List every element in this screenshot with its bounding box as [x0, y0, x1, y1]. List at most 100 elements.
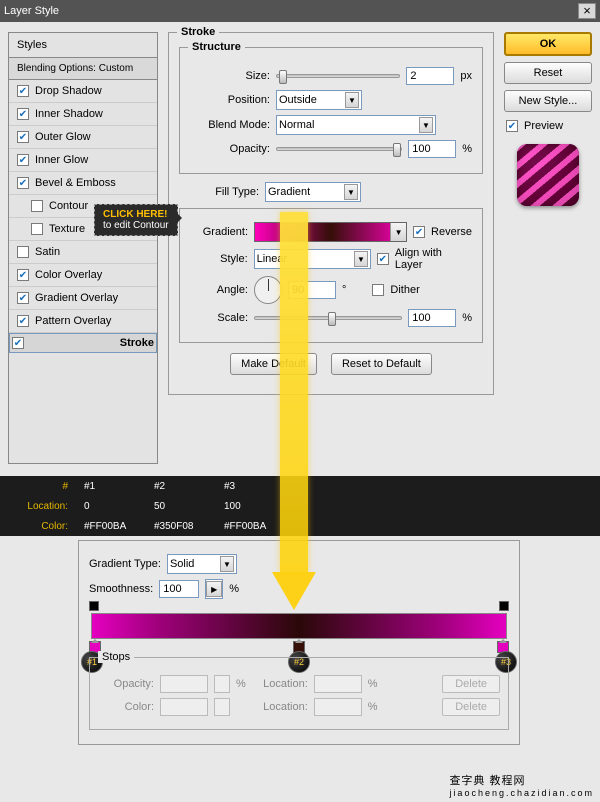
blending-options[interactable]: Blending Options: Custom [9, 58, 157, 80]
checkbox[interactable]: ✔ [17, 131, 29, 143]
style-item-drop-shadow[interactable]: ✔ Drop Shadow [9, 80, 157, 103]
align-checkbox[interactable]: ✔ [377, 253, 389, 265]
ok-button[interactable]: OK [504, 32, 592, 56]
dialog-body: Styles Blending Options: Custom ✔ Drop Sh… [0, 22, 600, 464]
checkbox[interactable]: ✔ [17, 315, 29, 327]
stop-opacity-stepper [214, 675, 230, 693]
checkbox[interactable]: ✔ [17, 154, 29, 166]
checkbox[interactable] [31, 223, 43, 235]
style-item-inner-glow[interactable]: ✔ Inner Glow [9, 149, 157, 172]
opacity-input[interactable]: 100 [408, 140, 456, 158]
scale-input[interactable]: 100 [408, 309, 456, 327]
make-default-button[interactable]: Make Default [230, 353, 317, 375]
center-panel: Stroke Structure Size: 2 px Position: Ou… [168, 32, 494, 464]
smoothness-input[interactable]: 100 [159, 580, 199, 598]
checkbox[interactable] [31, 200, 43, 212]
scale-slider[interactable] [254, 316, 402, 320]
styles-header[interactable]: Styles [9, 33, 157, 58]
tooltip-line1: CLICK HERE! [103, 209, 169, 220]
th-2: #2 [146, 481, 216, 492]
angle-input[interactable]: 90 [288, 281, 336, 299]
preview-checkbox[interactable]: ✔ [506, 120, 518, 132]
style-item-stroke[interactable]: ✔Stroke [9, 333, 157, 353]
opacity-stop[interactable] [89, 601, 99, 611]
right-column: OK Reset New Style... ✔Preview [504, 32, 592, 464]
preview-swatch [517, 144, 579, 206]
opacity-slider[interactable] [276, 147, 402, 151]
size-label: Size: [190, 70, 270, 82]
size-input[interactable]: 2 [406, 67, 454, 85]
gradient-preview[interactable]: ▼ [254, 222, 407, 242]
style-item-pattern-overlay[interactable]: ✔ Pattern Overlay [9, 310, 157, 333]
cell: 0 [76, 501, 146, 512]
align-label: Align with Layer [395, 247, 472, 271]
reset-default-button[interactable]: Reset to Default [331, 353, 432, 375]
style-item-gradient-overlay[interactable]: ✔ Gradient Overlay [9, 287, 157, 310]
reset-button[interactable]: Reset [504, 62, 592, 84]
style-item-label: Texture [49, 223, 85, 235]
style-item-label: Outer Glow [35, 131, 91, 143]
size-slider[interactable] [276, 74, 400, 78]
checkbox[interactable]: ✔ [17, 292, 29, 304]
style-item-inner-shadow[interactable]: ✔Inner Shadow [9, 103, 157, 126]
checkbox[interactable]: ✔ [17, 85, 29, 97]
stops-fieldset: Stops Opacity: % Location: % Delete Colo… [89, 657, 509, 730]
style-select[interactable]: Linear▼ [254, 249, 371, 269]
stop-opacity-input [160, 675, 208, 693]
table-row: Color:#FF00BA#350F08#FF00BA [0, 516, 600, 536]
stop-location-label: Location: [252, 701, 308, 713]
reverse-label: Reverse [431, 226, 472, 238]
stop-color-swatch [160, 698, 208, 716]
style-item-outer-glow[interactable]: ✔ Outer Glow [9, 126, 157, 149]
style-item-label: Bevel & Emboss [35, 177, 116, 189]
style-item-label: Gradient Overlay [35, 292, 118, 304]
th-3: #3 [216, 481, 286, 492]
dither-checkbox[interactable] [372, 284, 384, 296]
checkbox[interactable]: ✔ [12, 337, 24, 349]
structure-fieldset: Structure Size: 2 px Position: Outside▼ … [179, 47, 483, 174]
gradient-label: Gradient: [190, 226, 248, 238]
checkbox[interactable] [17, 246, 29, 258]
style-item-satin[interactable]: Satin [9, 241, 157, 264]
checkbox[interactable]: ✔ [17, 177, 29, 189]
gradient-editor-fieldset: Gradient Type: Solid▼ Smoothness: 100 ▶ … [78, 540, 520, 745]
style-item-label: Contour [49, 200, 88, 212]
tooltip-line2: to edit Contour [103, 220, 169, 231]
blendmode-select[interactable]: Normal▼ [276, 115, 436, 135]
cell: #FF00BA [76, 521, 146, 532]
style-label: Style: [190, 253, 248, 265]
checkbox[interactable]: ✔ [17, 269, 29, 281]
style-item-label: Drop Shadow [35, 85, 102, 97]
new-style-button[interactable]: New Style... [504, 90, 592, 112]
style-item-label: Satin [35, 246, 60, 258]
row-head: Color: [0, 521, 76, 532]
gradtype-select[interactable]: Solid▼ [167, 554, 237, 574]
reverse-checkbox[interactable]: ✔ [413, 226, 425, 238]
filltype-select[interactable]: Gradient▼ [265, 182, 361, 202]
chevron-down-icon: ▼ [354, 251, 368, 267]
checkbox[interactable]: ✔ [17, 108, 29, 120]
chevron-down-icon: ▼ [344, 184, 358, 200]
style-item-bevel-emboss[interactable]: ✔ Bevel & Emboss [9, 172, 157, 195]
position-select[interactable]: Outside▼ [276, 90, 362, 110]
smoothness-stepper[interactable]: ▶ [205, 579, 223, 599]
pct: % [236, 678, 246, 690]
angle-dial[interactable] [254, 276, 282, 304]
dither-label: Dither [390, 284, 419, 296]
gradient-fieldset: Gradient: ▼ ✔ Reverse Style: Linear▼ ✔ A… [179, 208, 483, 343]
close-icon[interactable]: × [578, 3, 596, 19]
style-item-color-overlay[interactable]: ✔Color Overlay [9, 264, 157, 287]
opacity-stop[interactable] [499, 601, 509, 611]
chevron-down-icon: ▼ [220, 556, 234, 572]
tooltip-click-here: CLICK HERE! to edit Contour [94, 204, 178, 236]
smoothness-label: Smoothness: [89, 583, 153, 595]
stop-location-label: Location: [252, 678, 308, 690]
size-unit: px [460, 70, 472, 82]
cell: #FF00BA [216, 521, 286, 532]
style-item-label: Inner Glow [35, 154, 88, 166]
style-item-label: Pattern Overlay [35, 315, 111, 327]
gradient-editor: Gradient Type: Solid▼ Smoothness: 100 ▶ … [78, 540, 520, 751]
pct: % [368, 701, 378, 713]
row-head: Location: [0, 501, 76, 512]
watermark-line1: 查字典 教程网 [449, 772, 594, 788]
